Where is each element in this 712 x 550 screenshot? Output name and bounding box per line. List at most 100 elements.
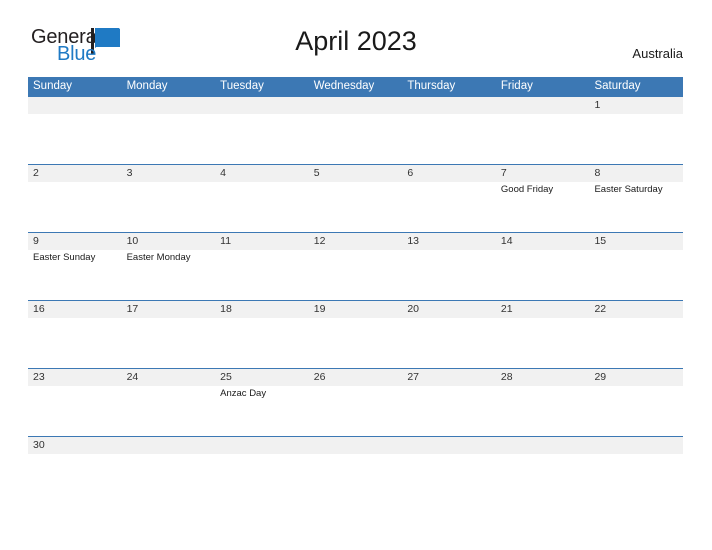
weekday-header-tuesday: Tuesday: [220, 80, 264, 92]
day-cell[interactable]: [309, 454, 403, 478]
day-cell[interactable]: [215, 250, 309, 300]
day-cell[interactable]: [122, 386, 216, 436]
weekday-header-thursday: Thursday: [407, 80, 456, 92]
day-cell[interactable]: [402, 250, 496, 300]
weekday-header-sunday: Sunday: [33, 80, 73, 92]
day-cell[interactable]: Easter Sunday: [28, 250, 122, 300]
day-number[interactable]: [496, 97, 590, 114]
day-number[interactable]: [589, 437, 683, 454]
day-number[interactable]: 7: [496, 165, 590, 182]
day-cell[interactable]: [122, 454, 216, 478]
day-number[interactable]: [309, 437, 403, 454]
day-cell[interactable]: [309, 386, 403, 436]
day-cell[interactable]: [28, 386, 122, 436]
day-number[interactable]: 12: [309, 233, 403, 250]
day-number[interactable]: 28: [496, 369, 590, 386]
day-number[interactable]: 25: [215, 369, 309, 386]
day-cell[interactable]: [215, 182, 309, 232]
day-cell[interactable]: [122, 182, 216, 232]
day-cell[interactable]: [496, 318, 590, 368]
day-number[interactable]: [402, 97, 496, 114]
day-number[interactable]: 20: [402, 301, 496, 318]
day-number[interactable]: 5: [309, 165, 403, 182]
day-number[interactable]: 8: [589, 165, 683, 182]
day-number[interactable]: 26: [309, 369, 403, 386]
day-number[interactable]: 13: [402, 233, 496, 250]
day-event-label: Anzac Day: [220, 388, 267, 399]
day-cell[interactable]: [589, 386, 683, 436]
day-number[interactable]: 15: [589, 233, 683, 250]
day-cell[interactable]: [28, 454, 122, 478]
day-number[interactable]: 18: [215, 301, 309, 318]
day-cell[interactable]: [215, 454, 309, 478]
calendar-week-row: 30: [28, 436, 683, 478]
day-number[interactable]: 19: [309, 301, 403, 318]
day-number[interactable]: 30: [28, 437, 122, 454]
day-number[interactable]: [402, 437, 496, 454]
day-number[interactable]: 3: [122, 165, 216, 182]
day-number[interactable]: 29: [589, 369, 683, 386]
day-cell[interactable]: [402, 318, 496, 368]
day-number[interactable]: [122, 97, 216, 114]
day-number[interactable]: [309, 97, 403, 114]
day-number[interactable]: 24: [122, 369, 216, 386]
calendar-week-row: 16 17 18 19 20 21 22: [28, 300, 683, 368]
day-number[interactable]: 9: [28, 233, 122, 250]
day-number[interactable]: [28, 97, 122, 114]
day-number[interactable]: [122, 437, 216, 454]
day-cell[interactable]: [28, 318, 122, 368]
day-cell[interactable]: Good Friday: [496, 182, 590, 232]
day-cell[interactable]: [122, 114, 216, 164]
day-cell[interactable]: [309, 250, 403, 300]
day-number[interactable]: 27: [402, 369, 496, 386]
day-number[interactable]: 1: [589, 97, 683, 114]
week-event-band: [28, 114, 683, 164]
day-number[interactable]: [215, 97, 309, 114]
day-number[interactable]: 14: [496, 233, 590, 250]
day-number[interactable]: 11: [215, 233, 309, 250]
day-cell[interactable]: [496, 250, 590, 300]
day-cell[interactable]: [496, 386, 590, 436]
day-cell[interactable]: [589, 318, 683, 368]
day-cell[interactable]: [402, 386, 496, 436]
day-cell[interactable]: [496, 114, 590, 164]
day-cell[interactable]: [589, 454, 683, 478]
day-number[interactable]: 2: [28, 165, 122, 182]
week-daynumber-band: 23 24 25 26 27 28 29: [28, 369, 683, 386]
calendar-grid: Sunday Monday Tuesday Wednesday Thursday…: [28, 77, 683, 478]
day-cell[interactable]: [215, 114, 309, 164]
day-number[interactable]: 17: [122, 301, 216, 318]
day-cell[interactable]: [309, 114, 403, 164]
day-cell[interactable]: Easter Saturday: [589, 182, 683, 232]
day-number[interactable]: 21: [496, 301, 590, 318]
weekday-header-monday: Monday: [126, 80, 168, 92]
day-cell[interactable]: [589, 250, 683, 300]
day-cell[interactable]: [402, 454, 496, 478]
day-number[interactable]: 23: [28, 369, 122, 386]
day-cell[interactable]: [402, 182, 496, 232]
weekday-header-wednesday: Wednesday: [313, 80, 375, 92]
day-cell[interactable]: [309, 182, 403, 232]
day-number[interactable]: 22: [589, 301, 683, 318]
day-cell[interactable]: [28, 114, 122, 164]
day-number[interactable]: 10: [122, 233, 216, 250]
day-cell[interactable]: Easter Monday: [122, 250, 216, 300]
week-daynumber-band: 16 17 18 19 20 21 22: [28, 301, 683, 318]
day-cell[interactable]: [215, 318, 309, 368]
day-number[interactable]: 4: [215, 165, 309, 182]
day-cell[interactable]: [122, 318, 216, 368]
page-title: April 2023: [295, 26, 417, 56]
day-number[interactable]: 6: [402, 165, 496, 182]
day-number[interactable]: [215, 437, 309, 454]
day-cell[interactable]: [589, 114, 683, 164]
day-number[interactable]: [496, 437, 590, 454]
day-cell[interactable]: Anzac Day: [215, 386, 309, 436]
day-event-label: Easter Monday: [126, 252, 191, 263]
day-cell[interactable]: [496, 454, 590, 478]
day-cell[interactable]: [309, 318, 403, 368]
day-cell[interactable]: [402, 114, 496, 164]
day-cell[interactable]: [28, 182, 122, 232]
day-number[interactable]: 16: [28, 301, 122, 318]
page-header: General Blue April 2023 Australia: [0, 0, 712, 64]
week-daynumber-band: 9 10 11 12 13 14 15: [28, 233, 683, 250]
